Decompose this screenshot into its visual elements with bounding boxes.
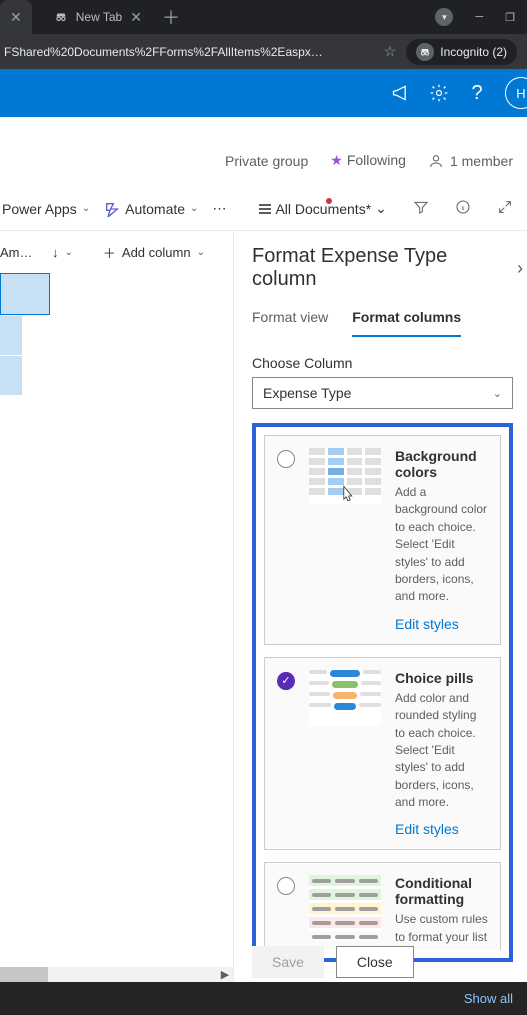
choose-column-label: Choose Column xyxy=(252,355,513,371)
minimize-icon[interactable]: ─ xyxy=(475,11,483,23)
help-icon[interactable]: ? xyxy=(467,83,487,103)
cursor-pointer-icon xyxy=(337,484,357,513)
option-desc: Add a background color to each choice. S… xyxy=(395,484,488,606)
add-column-button[interactable]: ＋ Add column ⌄ xyxy=(103,243,205,262)
unsaved-indicator-icon xyxy=(326,198,332,204)
option-background-colors[interactable]: Background colors Add a background color… xyxy=(264,435,501,645)
page-footer: Show all xyxy=(0,982,527,1015)
expand-icon[interactable] xyxy=(497,199,513,218)
cell[interactable] xyxy=(0,356,22,395)
view-selector[interactable]: All Documents* ⌄ xyxy=(259,200,386,217)
show-all-link[interactable]: Show all xyxy=(464,991,513,1006)
option-desc: Use custom rules to format your list xyxy=(395,911,488,946)
privacy-label: Private group xyxy=(225,153,308,169)
tab-format-columns[interactable]: Format columns xyxy=(352,309,461,337)
maximize-icon[interactable]: ❐ xyxy=(505,11,515,24)
radio-unchecked[interactable] xyxy=(277,450,295,468)
chevron-right-icon[interactable]: › xyxy=(517,258,523,279)
preview-choice-pills xyxy=(309,670,381,726)
close-button[interactable]: Close xyxy=(336,946,414,978)
power-apps-menu[interactable]: Power Apps⌄ xyxy=(2,201,90,217)
option-choice-pills[interactable]: ✓ Choice pills Add color and rounded sty… xyxy=(264,657,501,851)
list-area: Am… ↓ ⌄ ＋ Add column ⌄ xyxy=(0,231,233,982)
incognito-icon xyxy=(416,43,434,61)
gear-icon[interactable] xyxy=(429,83,449,103)
horizontal-scrollbar[interactable]: ▶ xyxy=(0,967,233,982)
bookmark-star-icon[interactable]: ☆ xyxy=(374,43,407,60)
column-header-am[interactable]: Am… xyxy=(0,245,40,260)
format-column-pane: Format Expense Type column › Format view… xyxy=(233,231,527,982)
edit-styles-link[interactable]: Edit styles xyxy=(395,616,488,632)
option-desc: Add color and rounded styling to each ch… xyxy=(395,690,488,812)
cell[interactable] xyxy=(0,316,22,355)
column-sort-icon[interactable]: ↓ ⌄ xyxy=(52,245,73,260)
close-icon[interactable]: ✕ xyxy=(10,9,22,26)
chevron-down-icon: ⌄ xyxy=(375,200,387,217)
column-dropdown[interactable]: Expense Type ⌄ xyxy=(252,377,513,409)
radio-unchecked[interactable] xyxy=(277,877,295,895)
option-title: Conditional formatting xyxy=(395,875,488,907)
preview-conditional xyxy=(309,875,381,931)
edit-styles-link[interactable]: Edit styles xyxy=(395,821,488,837)
scroll-right-icon[interactable]: ▶ xyxy=(217,967,233,982)
plus-icon: ＋ xyxy=(103,243,116,262)
incognito-favicon-icon xyxy=(54,10,68,24)
chevron-down-icon: ⌄ xyxy=(197,247,205,258)
site-info-row: Private group ★Following 1 member xyxy=(0,117,527,187)
option-conditional-formatting[interactable]: Conditional formatting Use custom rules … xyxy=(264,862,501,950)
megaphone-icon[interactable] xyxy=(391,83,411,103)
person-icon xyxy=(428,153,444,169)
info-icon[interactable] xyxy=(455,199,471,218)
chevron-down-icon: ⌄ xyxy=(493,387,502,400)
command-bar: Power Apps⌄ Automate⌄ ⋯ All Documents* ⌄ xyxy=(0,187,527,231)
url-bar: FShared%20Documents%2FForms%2FAllItems%2… xyxy=(0,34,527,69)
url-text[interactable]: FShared%20Documents%2FForms%2FAllItems%2… xyxy=(0,45,323,59)
more-actions-button[interactable]: ⋯ xyxy=(212,200,227,217)
cell-selected[interactable] xyxy=(0,273,50,315)
profile-circle[interactable]: H xyxy=(505,77,527,109)
save-button[interactable]: Save xyxy=(252,946,324,978)
new-tab-button[interactable]: ＋ xyxy=(152,4,190,30)
filter-icon[interactable] xyxy=(413,199,429,218)
tab-format-view[interactable]: Format view xyxy=(252,309,328,337)
chevron-down-icon: ⌄ xyxy=(82,203,90,214)
chevron-down-icon: ⌄ xyxy=(190,203,198,214)
scrollbar-thumb[interactable] xyxy=(0,967,48,982)
option-title: Choice pills xyxy=(395,670,488,686)
browser-tab-2[interactable]: New Tab ✕ xyxy=(44,0,152,34)
star-icon: ★ xyxy=(330,152,343,168)
profile-avatar-icon[interactable]: ▾ xyxy=(435,8,453,26)
automate-menu[interactable]: Automate⌄ xyxy=(104,201,198,217)
list-icon xyxy=(259,204,271,214)
browser-tab-1[interactable]: ✕ xyxy=(0,0,32,34)
format-options-group: Background colors Add a background color… xyxy=(252,423,513,962)
suite-header: ? H xyxy=(0,69,527,117)
radio-checked[interactable]: ✓ xyxy=(277,672,295,690)
browser-tab-strip: ✕ New Tab ✕ ＋ ▾ ─ ❐ xyxy=(0,0,527,34)
tab-title: New Tab xyxy=(76,10,122,24)
following-toggle[interactable]: ★Following xyxy=(330,152,406,169)
chevron-down-icon: ⌄ xyxy=(65,247,73,258)
members-link[interactable]: 1 member xyxy=(428,153,513,169)
automate-icon xyxy=(104,201,120,217)
pane-tabs: Format view Format columns xyxy=(252,309,513,337)
incognito-badge[interactable]: Incognito (2) xyxy=(406,39,517,65)
incognito-label: Incognito (2) xyxy=(440,45,507,59)
preview-background-colors xyxy=(309,448,381,504)
arrow-down-icon: ↓ xyxy=(52,245,59,260)
option-title: Background colors xyxy=(395,448,488,480)
pane-title: Format Expense Type column xyxy=(252,245,517,291)
close-icon[interactable]: ✕ xyxy=(130,9,142,26)
dropdown-value: Expense Type xyxy=(263,385,351,401)
